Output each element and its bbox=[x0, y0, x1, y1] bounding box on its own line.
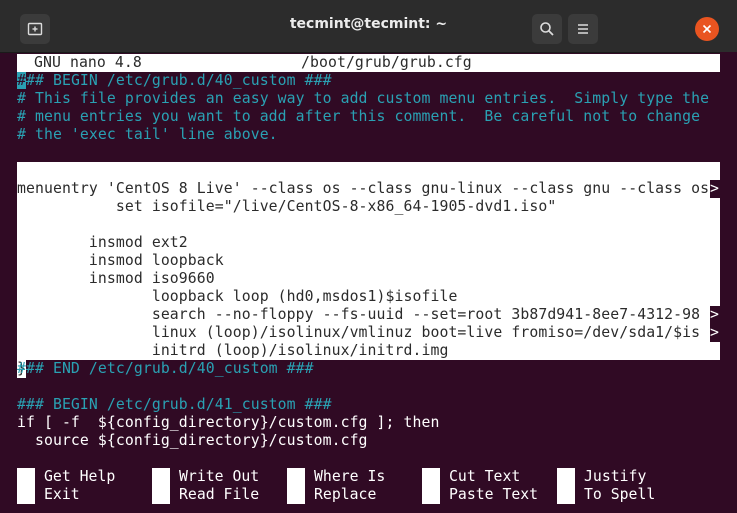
selected-line[interactable]: loopback loop (hd0,msdos1)$isofile bbox=[17, 288, 720, 306]
terminal-window: tecmint@tecmint: ~ GNU nano 4.8 /boot/gr… bbox=[0, 0, 737, 513]
shortcut-label[interactable]: Read File bbox=[179, 486, 259, 504]
selected-line[interactable]: insmod iso9660 bbox=[17, 270, 720, 288]
selected-line[interactable]: search --no-floppy --fs-uuid --set=root … bbox=[17, 306, 720, 324]
shortcut-label[interactable]: Where Is bbox=[314, 468, 385, 486]
selected-line-text: insmod loopback bbox=[17, 252, 224, 269]
shortcut-key[interactable]: ^W bbox=[287, 468, 305, 486]
line-truncation-marker: > bbox=[710, 306, 720, 324]
shortcut-key[interactable]: ^G bbox=[17, 468, 35, 486]
hamburger-menu-icon bbox=[578, 24, 588, 34]
terminal-content[interactable]: GNU nano 4.8 /boot/grub/grub.cfg ### BEG… bbox=[17, 54, 720, 513]
comment-line: # the 'exec tail' line above. bbox=[17, 126, 278, 143]
nano-header-bar: GNU nano 4.8 /boot/grub/grub.cfg bbox=[17, 54, 720, 72]
selected-line-text: menuentry 'CentOS 8 Live' --class os --c… bbox=[17, 180, 710, 197]
shortcut-label[interactable]: Replace bbox=[314, 486, 376, 504]
selected-line[interactable] bbox=[17, 216, 720, 234]
text-cursor: # bbox=[17, 72, 26, 89]
config-line: source ${config_directory}/custom.cfg bbox=[17, 432, 368, 449]
selected-line-text: linux (loop)/isolinux/vmlinuz boot=live … bbox=[17, 324, 701, 341]
comment-line: # This file provides an easy way to add … bbox=[17, 90, 710, 107]
selected-line-text: search --no-floppy --fs-uuid --set=root … bbox=[17, 306, 701, 323]
selected-line[interactable]: initrd (loop)/isolinux/initrd.img bbox=[17, 342, 720, 360]
selected-line[interactable] bbox=[17, 162, 720, 180]
shortcut-label[interactable]: Cut Text bbox=[449, 468, 520, 486]
line-truncation-marker: > bbox=[710, 324, 720, 342]
menu-button[interactable] bbox=[568, 14, 598, 44]
selected-line-text: insmod ext2 bbox=[17, 234, 188, 251]
search-button[interactable] bbox=[532, 14, 562, 44]
selected-line-text: insmod iso9660 bbox=[17, 270, 215, 287]
shortcut-key[interactable]: ^O bbox=[152, 468, 170, 486]
line-truncation-marker: > bbox=[710, 180, 720, 198]
config-line: ### END /etc/grub.d/40_custom ### bbox=[17, 360, 314, 377]
config-line: ### BEGIN /etc/grub.d/41_custom ### bbox=[17, 396, 332, 413]
title-bar: tecmint@tecmint: ~ bbox=[0, 0, 737, 53]
shortcut-key[interactable]: ^T bbox=[557, 486, 575, 504]
shortcut-label[interactable]: Get Help bbox=[44, 468, 115, 486]
begin-40-custom-line: ### BEGIN /etc/grub.d/40_custom ### bbox=[17, 72, 332, 90]
selected-line[interactable]: menuentry 'CentOS 8 Live' --class os --c… bbox=[17, 180, 720, 198]
begin-40-custom-text: ## BEGIN /etc/grub.d/40_custom ### bbox=[26, 72, 332, 89]
close-button[interactable] bbox=[695, 17, 719, 41]
selected-line-text: set isofile="/live/CentOS-8-x86_64-1905-… bbox=[17, 198, 557, 215]
terminal-right-margin bbox=[720, 52, 737, 513]
shortcut-label[interactable]: Justify bbox=[584, 468, 646, 486]
comment-line: # menu entries you want to add after thi… bbox=[17, 108, 701, 125]
shortcut-key[interactable]: ^X bbox=[17, 486, 35, 504]
selected-line[interactable]: insmod loopback bbox=[17, 252, 720, 270]
selected-line[interactable]: linux (loop)/isolinux/vmlinuz boot=live … bbox=[17, 324, 720, 342]
config-line: if [ -f ${config_directory}/custom.cfg ]… bbox=[17, 414, 440, 431]
close-icon bbox=[702, 24, 712, 34]
shortcut-key[interactable]: ^R bbox=[152, 486, 170, 504]
selected-line-text: loopback loop (hd0,msdos1)$isofile bbox=[17, 288, 458, 305]
shortcut-label[interactable]: Paste Text bbox=[449, 486, 538, 504]
shortcut-label[interactable]: To Spell bbox=[584, 486, 655, 504]
shortcut-key[interactable]: ^K bbox=[422, 468, 440, 486]
window-title: tecmint@tecmint: ~ bbox=[289, 16, 448, 32]
nano-filename: /boot/grub/grub.cfg bbox=[301, 54, 472, 71]
shortcut-label[interactable]: Exit bbox=[44, 486, 80, 504]
shortcut-label[interactable]: Write Out bbox=[179, 468, 259, 486]
shortcut-key[interactable]: ^J bbox=[557, 468, 575, 486]
selected-line[interactable]: insmod ext2 bbox=[17, 234, 720, 252]
search-icon bbox=[540, 22, 554, 36]
selected-line[interactable]: set isofile="/live/CentOS-8-x86_64-1905-… bbox=[17, 198, 720, 216]
nano-version: GNU nano 4.8 bbox=[34, 54, 142, 71]
selected-line-text: initrd (loop)/isolinux/initrd.img bbox=[17, 342, 449, 359]
shortcut-key[interactable]: ^\ bbox=[287, 486, 305, 504]
shortcut-key[interactable]: ^U bbox=[422, 486, 440, 504]
